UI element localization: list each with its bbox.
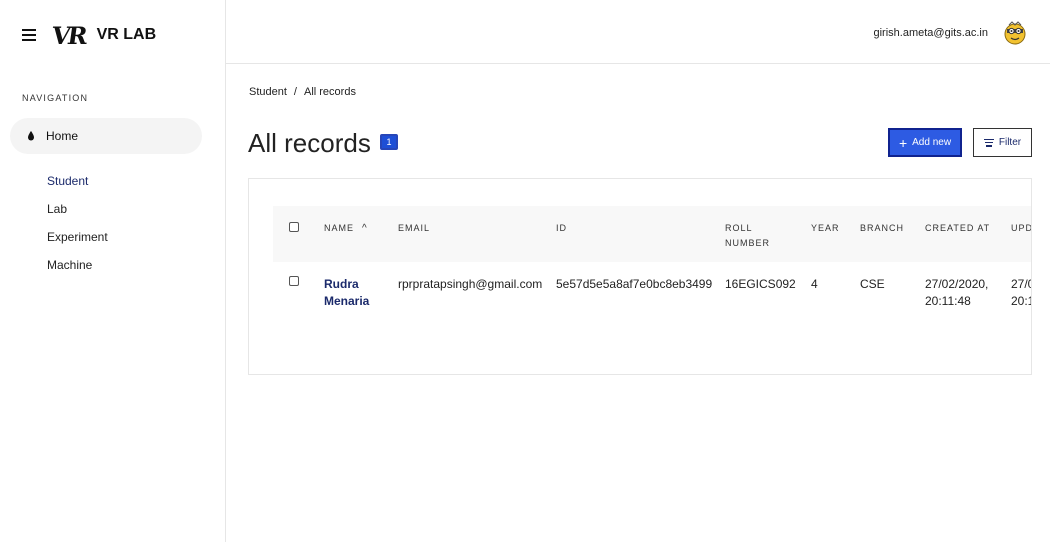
droplet-icon	[28, 131, 34, 141]
cell-roll-number: 16EGICS092	[725, 277, 796, 291]
sidebar: VR VR LAB NAVIGATION Home Student Lab Ex…	[0, 0, 226, 542]
breadcrumb: Student / All records	[249, 86, 356, 98]
cell-email: rprpratapsingh@gmail.com	[398, 277, 543, 291]
cell-updated-at: 27/02/2 20:11:48	[1011, 276, 1032, 310]
sidebar-item-lab[interactable]: Lab	[47, 202, 108, 230]
cell-branch: CSE	[860, 277, 885, 291]
cell-updated-date: 27/02/2	[1011, 277, 1031, 291]
column-header-branch[interactable]: BRANCH	[860, 221, 904, 236]
table-header: NAME ^ EMAIL ID ROLL NUMBER YEAR BRANCH CR…	[273, 206, 1031, 262]
filter-icon	[983, 138, 994, 147]
page-title: All records	[248, 128, 371, 158]
plus-icon: +	[898, 134, 908, 151]
cell-name[interactable]: Rudra Menaria	[324, 276, 369, 310]
breadcrumb-separator: /	[293, 86, 297, 98]
column-header-created-at[interactable]: CREATED AT	[925, 221, 990, 236]
row-checkbox[interactable]	[289, 276, 299, 286]
sidebar-item-machine[interactable]: Machine	[47, 258, 108, 286]
sidebar-subitems: Student Lab Experiment Machine	[47, 174, 108, 286]
sidebar-item-label: Home	[46, 129, 79, 143]
record-count-badge: 1	[380, 134, 398, 150]
cell-created-time: 20:11:48	[925, 294, 971, 308]
sidebar-item-experiment[interactable]: Experiment	[47, 230, 108, 258]
brand: VR VR LAB	[22, 20, 156, 50]
cell-year: 4	[811, 277, 818, 291]
column-header-roll-line2: NUMBER	[725, 238, 771, 248]
column-header-updated[interactable]: UPDATED	[1011, 221, 1031, 236]
table-row[interactable]: Rudra Menaria rprpratapsingh@gmail.com 5e…	[273, 262, 1032, 324]
column-header-email[interactable]: EMAIL	[398, 221, 430, 236]
sort-asc-icon[interactable]: ^	[362, 221, 367, 236]
cell-name-line2: Menaria	[324, 294, 370, 308]
cell-created-date: 27/02/2020,	[925, 277, 989, 291]
add-new-button[interactable]: + Add new	[888, 128, 962, 157]
add-new-label: Add new	[912, 137, 952, 148]
column-header-name[interactable]: NAME ^	[324, 221, 367, 236]
column-header-name-label: NAME	[324, 223, 355, 233]
sidebar-item-home[interactable]: Home	[10, 118, 202, 154]
select-all-checkbox[interactable]	[289, 222, 299, 232]
cell-name-line1: Rudra	[324, 277, 359, 291]
breadcrumb-parent[interactable]: Student	[249, 86, 287, 98]
cell-created-at: 27/02/2020, 20:11:48	[925, 276, 988, 310]
avatar-icon[interactable]	[1002, 20, 1028, 46]
sidebar-item-student[interactable]: Student	[47, 174, 108, 202]
cell-id: 5e57d5e5a8af7e0bc8eb3499	[556, 277, 713, 291]
records-table-card: NAME ^ EMAIL ID ROLL NUMBER YEAR BRANCH CR…	[248, 178, 1032, 375]
column-header-year[interactable]: YEAR	[811, 221, 840, 236]
column-header-roll-line1: ROLL	[725, 223, 753, 233]
column-header-id[interactable]: ID	[556, 221, 567, 236]
breadcrumb-current: All records	[303, 86, 356, 98]
nav-heading: NAVIGATION	[22, 93, 89, 103]
topbar: girish.ameta@gits.ac.in	[226, 0, 1050, 64]
vr-logo-icon[interactable]: VR	[50, 21, 87, 50]
app-name[interactable]: VR LAB	[97, 26, 157, 44]
column-header-roll-number[interactable]: ROLL NUMBER	[725, 221, 770, 251]
filter-button[interactable]: Filter	[973, 128, 1032, 157]
cell-updated-time: 20:11:48	[1011, 294, 1032, 308]
menu-icon[interactable]	[22, 29, 36, 41]
user-email[interactable]: girish.ameta@gits.ac.in	[874, 27, 989, 39]
filter-label: Filter	[998, 137, 1022, 148]
